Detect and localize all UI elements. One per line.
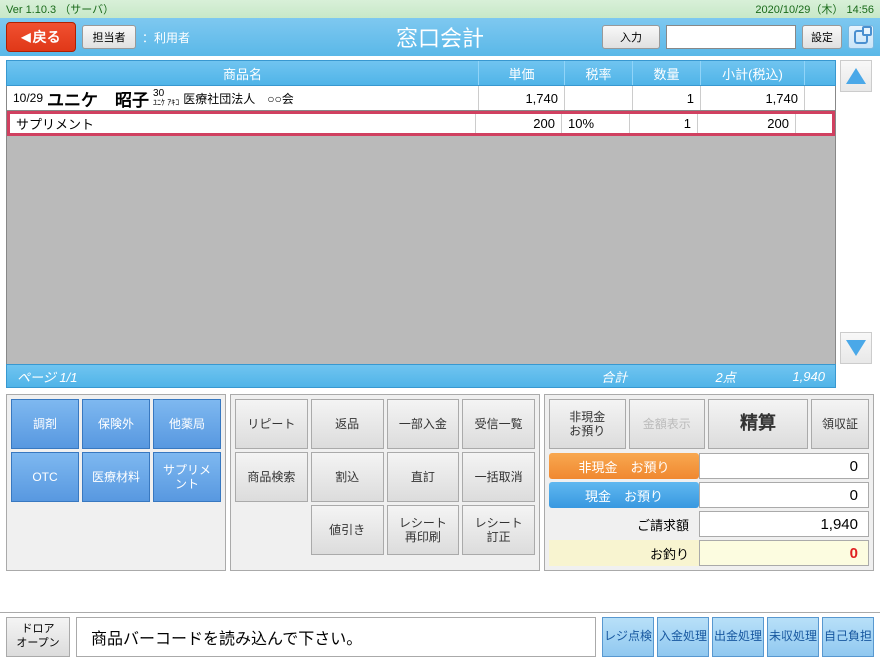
amount-value[interactable]: 0 [699,453,869,479]
row-qty: 1 [633,86,701,110]
panel-operations: リピート 返品 一部入金 受信一覧 商品検索 割込 直訂 一括取消 値引き レシ… [230,394,540,571]
row-tax: 10% [562,114,630,133]
table-body: 10/29 ユニケ 昭子 30 ﾕﾆｹ ｱｷｺ 医療社団法人 ○○会 1,740… [6,86,836,364]
row-subtotal: 200 [698,114,796,133]
cat-otherpharm-button[interactable]: 他薬局 [153,399,221,449]
amount-row-change: お釣り 0 [549,540,869,566]
col-header-tax: 税率 [565,61,633,85]
scroll-down-button[interactable] [840,332,872,364]
btm-withdraw-button[interactable]: 出金処理 [712,617,764,657]
amount-label: ご請求額 [549,511,699,537]
subtotal-sum: 1,940 [746,369,835,384]
op-directfix-button[interactable]: 直訂 [387,452,460,502]
op-interrupt-button[interactable]: 割込 [311,452,384,502]
panel-categories: 調剤 保険外 他薬局 OTC 医療材料 サプリメント [6,394,226,571]
qty-sum: 2点 [666,367,745,386]
sum-label: 合計 [562,367,666,386]
title-bar: 戻る 担当者 ：利用者 窓口会計 入力 設定 [0,18,880,56]
cat-medmaterial-button[interactable]: 医療材料 [82,452,150,502]
btm-regcheck-button[interactable]: レジ点検 [602,617,654,657]
version-bar: Ver 1.10.3 （サーバ） 2020/10/29（木） 14:56 [0,0,880,18]
amount-label: お釣り [549,540,699,566]
panel-payment: 非現金お預り 金額表示 精算 領収証 非現金 お預り 0 現金 お預り 0 ご請… [544,394,874,571]
row-kana: ﾕﾆｹ ｱｷｺ [153,99,179,107]
cat-supplement-button[interactable]: サプリメント [153,452,221,502]
hint-text: 商品バーコードを読み込んで下さい。 [76,617,596,657]
col-header-name: 商品名 [7,61,479,85]
arrow-down-icon [846,340,866,356]
screen-title: 窓口会計 [396,21,484,53]
row-date: 10/29 [13,91,43,105]
float-icon [854,30,868,44]
row-qty: 1 [630,114,698,133]
input-button[interactable]: 入力 [602,25,660,49]
col-header-qty: 数量 [633,61,701,85]
amount-row-noncash: 非現金 お預り 0 [549,453,869,479]
table-area: 商品名 単価 税率 数量 小計(税込) 10/29 ユニケ 昭子 30 ﾕﾆｹ … [6,60,836,388]
row-tax [565,86,633,110]
amount-label: 非現金 お預り [549,453,699,479]
row-patient-name: ユニケ 昭子 [47,86,149,111]
op-cancelall-button[interactable]: 一括取消 [462,452,535,502]
settings-button[interactable]: 設定 [802,25,842,49]
col-header-price: 単価 [479,61,565,85]
control-panels: 調剤 保険外 他薬局 OTC 医療材料 サプリメント リピート 返品 一部入金 … [6,394,874,571]
row-price: 200 [476,114,562,133]
amount-value: 1,940 [699,511,869,537]
pay-noncash-button[interactable]: 非現金お預り [549,399,626,449]
op-discount-button[interactable]: 値引き [311,505,384,555]
back-button[interactable]: 戻る [6,22,76,52]
op-repeat-button[interactable]: リピート [235,399,308,449]
cat-dispense-button[interactable]: 調剤 [11,399,79,449]
op-return-button[interactable]: 返品 [311,399,384,449]
amount-value[interactable]: 0 [699,482,869,508]
op-partial-button[interactable]: 一部入金 [387,399,460,449]
pay-amountdisp-button[interactable]: 金額表示 [629,399,706,449]
pay-settle-button[interactable]: 精算 [708,399,808,449]
arrow-up-icon [846,68,866,84]
table-header: 商品名 単価 税率 数量 小計(税込) [6,60,836,86]
btm-unpaid-button[interactable]: 未収処理 [767,617,819,657]
drawer-open-button[interactable]: ドロアオープン [6,617,70,657]
datetime-text: 2020/10/29（木） 14:56 [755,1,874,17]
input-field[interactable] [666,25,796,49]
table-footer: ページ 1/1 合計 2点 1,940 [6,364,836,388]
amount-label: 現金 お預り [549,482,699,508]
btm-selfpay-button[interactable]: 自己負担 [822,617,874,657]
cat-noninsurance-button[interactable]: 保険外 [82,399,150,449]
table-row[interactable]: サプリメント 200 10% 1 200 [7,111,835,136]
op-search-button[interactable]: 商品検索 [235,452,308,502]
op-recvlist-button[interactable]: 受信一覧 [462,399,535,449]
row-subtotal: 1,740 [701,86,805,110]
op-receiptfix-button[interactable]: レシート訂正 [462,505,535,555]
staff-button[interactable]: 担当者 [82,25,136,49]
amount-row-due: ご請求額 1,940 [549,511,869,537]
scroll-up-button[interactable] [840,60,872,92]
btm-deposit-button[interactable]: 入金処理 [657,617,709,657]
staff-label: ：利用者 [142,29,190,46]
pay-receipt-button[interactable]: 領収証 [811,399,869,449]
bottom-bar: ドロアオープン 商品バーコードを読み込んで下さい。 レジ点検 入金処理 出金処理… [0,612,880,660]
col-header-subtotal: 小計(税込) [701,61,805,85]
table-row[interactable]: 10/29 ユニケ 昭子 30 ﾕﾆｹ ｱｷｺ 医療社団法人 ○○会 1,740… [7,86,835,111]
float-button[interactable] [848,25,874,49]
row-item-name: サプリメント [10,114,476,133]
op-reprint-button[interactable]: レシート再印刷 [387,505,460,555]
page-indicator: ページ 1/1 [7,367,562,386]
row-org: 医療社団法人 ○○会 [183,90,294,107]
amount-row-cash: 現金 お預り 0 [549,482,869,508]
row-price: 1,740 [479,86,565,110]
version-text: Ver 1.10.3 （サーバ） [6,1,114,17]
amount-value: 0 [699,540,869,566]
cat-otc-button[interactable]: OTC [11,452,79,502]
